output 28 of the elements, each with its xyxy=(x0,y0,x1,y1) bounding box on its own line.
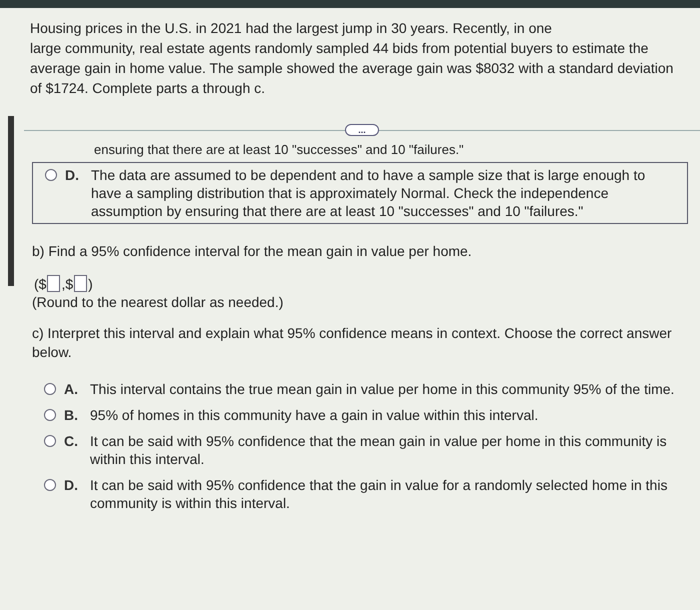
option-letter: A. xyxy=(64,380,79,398)
radio-button[interactable] xyxy=(44,479,56,491)
expand-button[interactable]: ... xyxy=(345,124,379,136)
answer-option-box[interactable] xyxy=(32,162,688,224)
answer-box[interactable] xyxy=(47,275,60,292)
option-letter: C. xyxy=(64,432,79,450)
question-text: large community, real estate agents randomly sampled 44 bids from potential buyers to estimate the average gain in home value. The sample showed the average gain was $8032 with a standard deviation of $1724. Complete parts a through c. xyxy=(30,39,674,98)
question-text: b) Find a 95% confidence interval for the mean gain in value per home. xyxy=(32,242,473,261)
interval-text: ) xyxy=(88,276,93,292)
option-text: The data are assumed to be dependent and to have a sample size that is large enough to have a sampling distribution that is approximately Normal. Check the independence assumption by ensuring that there are at least 10 "successes" and 10 "failures." xyxy=(91,166,646,220)
question-text: Housing prices in the U.S. in 2021 had the largest jump in 30 years. Recently, in one xyxy=(30,19,553,38)
radio-button[interactable] xyxy=(45,169,57,181)
option-text: This interval contains the true mean gain in value per home in this community 95% of the time. xyxy=(90,380,676,398)
radio-button[interactable] xyxy=(44,435,56,447)
interval-text: ($ xyxy=(34,276,46,292)
option-letter: D. xyxy=(64,476,79,494)
question-text: c) Interpret this interval and explain what 95% confidence means in context. Choose the correct answer below. xyxy=(32,324,673,362)
interval-text: ,$ xyxy=(61,276,74,292)
option-text: It can be said with 95% confidence that the mean gain in value per home in this community is within this interval. xyxy=(90,432,668,468)
option-letter: D. xyxy=(65,166,80,184)
answer-box[interactable] xyxy=(74,275,88,292)
answer-text: ensuring that there are at least 10 "successes" and 10 "failures." xyxy=(94,142,465,158)
option-text: 95% of homes in this community have a gain in value within this interval. xyxy=(90,406,540,424)
option-letter: B. xyxy=(64,406,79,424)
hint-text: (Round to the nearest dollar as needed.) xyxy=(32,294,284,310)
radio-button[interactable] xyxy=(44,409,56,421)
radio-button[interactable] xyxy=(44,383,56,395)
option-text: It can be said with 95% confidence that the gain in value for a randomly selected home in this community is within this interval. xyxy=(90,476,668,512)
